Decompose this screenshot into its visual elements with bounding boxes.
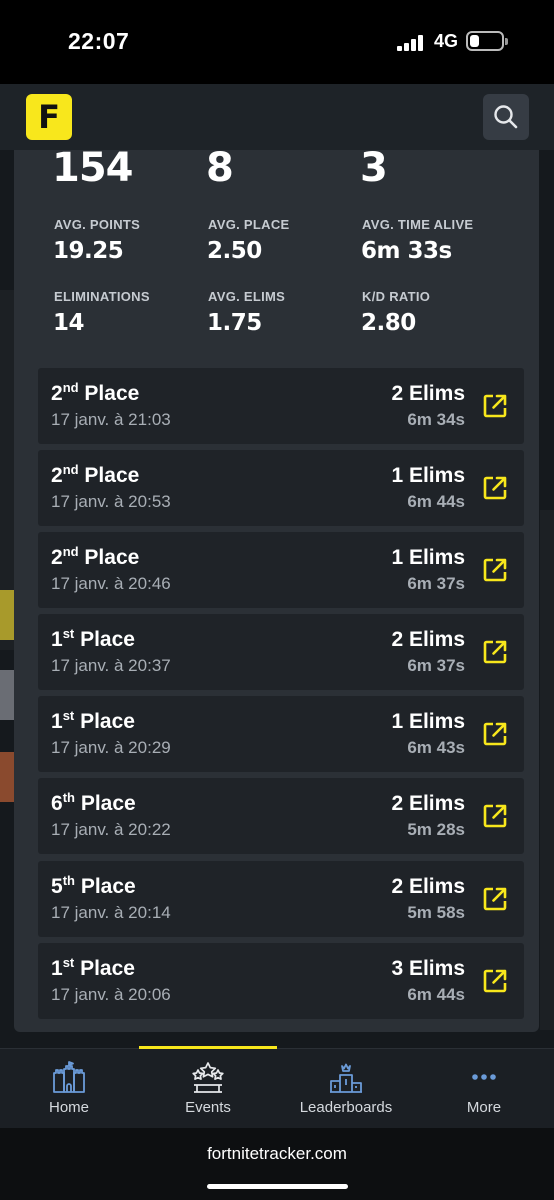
left-edge-orange [0, 752, 14, 802]
right-edge [540, 510, 554, 1030]
external-link-icon[interactable] [482, 639, 508, 665]
fortnite-tracker-logo[interactable]: F [26, 94, 72, 140]
match-row[interactable]: 1st Place 17 janv. à 20:06 3 Elims 6m 44… [38, 943, 524, 1019]
match-elims: 2 Elims [391, 875, 465, 898]
match-time-alive: 6m 37s [407, 574, 465, 593]
big-stat-3: 3 [360, 145, 388, 191]
match-place: 6th Place [51, 790, 136, 815]
stat-value-kd-ratio: 2.80 [361, 310, 416, 336]
url-text: fortnitetracker.com [207, 1144, 347, 1163]
match-time-alive: 6m 44s [407, 492, 465, 511]
search-icon [494, 105, 518, 129]
stat-label-kd-ratio: K/D RATIO [362, 289, 431, 304]
external-link-icon[interactable] [482, 475, 508, 501]
stat-value-avg-elims: 1.75 [207, 310, 262, 336]
match-elims: 1 Elims [391, 710, 465, 733]
match-date: 17 janv. à 20:37 [51, 656, 171, 675]
match-row[interactable]: 6th Place 17 janv. à 20:22 2 Elims 5m 28… [38, 778, 524, 854]
external-link-icon[interactable] [482, 721, 508, 747]
external-link-icon[interactable] [482, 886, 508, 912]
match-date: 17 janv. à 20:14 [51, 903, 171, 922]
battery-icon [466, 31, 504, 51]
match-place: 2nd Place [51, 380, 140, 405]
match-elims: 2 Elims [391, 382, 465, 405]
match-elims: 3 Elims [391, 957, 465, 980]
match-place: 5th Place [51, 873, 136, 898]
stat-label-avg-points: AVG. POINTS [54, 217, 141, 232]
match-date: 17 janv. à 20:06 [51, 985, 171, 1004]
search-button[interactable] [483, 94, 529, 140]
nav-label-home: Home [48, 1099, 89, 1116]
match-row[interactable]: 1st Place 17 janv. à 20:29 1 Elims 6m 43… [38, 696, 524, 772]
battery-level [470, 35, 479, 47]
stat-label-eliminations: ELIMINATIONS [54, 289, 150, 304]
match-place: 1st Place [51, 626, 135, 651]
left-edge-gray [0, 670, 14, 720]
stat-value-avg-points: 19.25 [53, 238, 124, 264]
nav-label-events: Events [185, 1099, 231, 1116]
external-link-icon[interactable] [482, 557, 508, 583]
match-elims: 1 Elims [391, 464, 465, 487]
match-time-alive: 6m 37s [407, 656, 465, 675]
nav-label-leaderboards: Leaderboards [299, 1099, 393, 1116]
match-place: 2nd Place [51, 544, 140, 569]
match-time-alive: 6m 43s [407, 738, 465, 757]
stat-label-avg-place: AVG. PLACE [208, 217, 290, 232]
podium-icon [330, 1063, 362, 1093]
match-elims: 2 Elims [391, 792, 465, 815]
castle-icon [53, 1061, 85, 1093]
big-stat-2: 8 [206, 145, 234, 191]
status-bar: 22:07 4G [0, 0, 554, 84]
match-row[interactable]: 5th Place 17 janv. à 20:14 2 Elims 5m 58… [38, 861, 524, 937]
match-row[interactable]: 1st Place 17 janv. à 20:37 2 Elims 6m 37… [38, 614, 524, 690]
match-time-alive: 5m 28s [407, 820, 465, 839]
active-tab-indicator [139, 1046, 277, 1049]
stat-value-eliminations: 14 [53, 310, 85, 336]
match-date: 17 janv. à 21:03 [51, 410, 171, 429]
nav-item-events[interactable]: Events [139, 1061, 277, 1116]
match-time-alive: 5m 58s [407, 903, 465, 922]
match-place: 2nd Place [51, 462, 140, 487]
match-elims: 2 Elims [391, 628, 465, 651]
match-date: 17 janv. à 20:22 [51, 820, 171, 839]
match-elims: 1 Elims [391, 546, 465, 569]
home-indicator[interactable] [207, 1184, 348, 1189]
external-link-icon[interactable] [482, 393, 508, 419]
match-date: 17 janv. à 20:29 [51, 738, 171, 757]
stat-label-avg-time-alive: AVG. TIME ALIVE [362, 217, 474, 232]
match-row[interactable]: 2nd Place 17 janv. à 20:46 1 Elims 6m 37… [38, 532, 524, 608]
browser-url-bar[interactable]: fortnitetracker.com [0, 1128, 554, 1200]
match-place: 1st Place [51, 955, 135, 980]
match-time-alive: 6m 44s [407, 985, 465, 1004]
match-time-alive: 6m 34s [407, 410, 465, 429]
nav-item-leaderboards[interactable]: Leaderboards [277, 1061, 415, 1116]
bottom-nav: Home Events Leaderboards More [0, 1046, 554, 1128]
status-time: 22:07 [68, 28, 130, 54]
app-header: F [0, 84, 554, 150]
battery-tip [505, 38, 508, 45]
match-row[interactable]: 2nd Place 17 janv. à 21:03 2 Elims 6m 34… [38, 368, 524, 444]
nav-label-more: More [466, 1099, 502, 1116]
match-date: 17 janv. à 20:46 [51, 574, 171, 593]
stat-value-avg-time-alive: 6m 33s [361, 238, 452, 264]
network-type: 4G [434, 31, 459, 51]
dots-icon [472, 1074, 496, 1080]
match-date: 17 janv. à 20:53 [51, 492, 171, 511]
nav-item-more[interactable]: More [415, 1061, 553, 1116]
match-row[interactable]: 2nd Place 17 janv. à 20:53 1 Elims 6m 44… [38, 450, 524, 526]
left-edge-yellow [0, 590, 14, 640]
stat-label-avg-elims: AVG. ELIMS [208, 289, 286, 304]
stat-value-avg-place: 2.50 [207, 238, 262, 264]
big-stat-1: 154 [52, 145, 133, 191]
stars-podium-icon [192, 1062, 224, 1093]
cellular-signal-icon [397, 35, 425, 51]
external-link-icon[interactable] [482, 803, 508, 829]
match-place: 1st Place [51, 708, 135, 733]
nav-item-home[interactable]: Home [0, 1061, 138, 1116]
external-link-icon[interactable] [482, 968, 508, 994]
